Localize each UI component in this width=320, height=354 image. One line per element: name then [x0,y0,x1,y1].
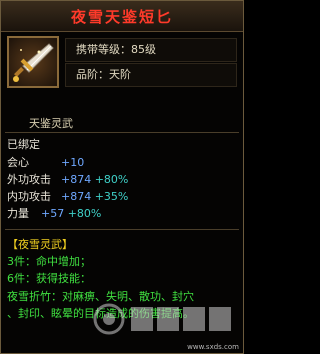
item-tooltip: 夜雪天鉴短匕 携带等级：85级 品阶：天阶 天鉴灵武 已绑定 会心 +10 外功攻… [0,0,244,354]
stat-base: +874 [61,173,92,186]
stat-row-outer-attack: 外功攻击 +874 +80% [7,173,128,187]
stat-bonus: +80% [67,207,102,220]
divider [5,132,239,133]
stat-row-crit: 会心 +10 [7,156,84,170]
carry-level-row: 携带等级：85级 [65,38,237,62]
set-title: 【夜雪灵武】 [7,238,73,251]
title-bar: 夜雪天鉴短匕 [1,1,243,32]
stat-label: 力量 [7,207,29,220]
item-name: 夜雪天鉴短匕 [70,7,173,26]
stat-row-strength: 力量 +57 +80% [7,207,101,221]
bind-status: 已绑定 [7,138,40,151]
stat-base: +57 [41,207,65,220]
stat-label: 外功攻击 [7,173,51,186]
divider [5,229,239,230]
stat-row-inner-attack: 内功攻击 +874 +35% [7,190,128,204]
stat-bonus: +35% [94,190,129,203]
stat-label: 内功攻击 [7,190,51,203]
item-icon-frame [7,36,59,88]
carry-level-text: 携带等级：85级 [76,43,156,56]
set-bonus-3: 3件：命中增加； [7,255,91,268]
item-sub-name: 天鉴灵武 [29,117,73,130]
dagger-icon [13,43,54,82]
watermark-url: www.sxds.com [187,343,239,351]
stat-base: +10 [61,156,85,169]
grade-text: 品阶：天阶 [76,68,131,81]
stat-base: +874 [61,190,92,203]
stat-label: 会心 [7,156,29,169]
set-bonus-6: 6件：获得技能： [7,272,91,285]
watermark-logo [93,303,231,335]
stat-bonus: +80% [94,173,129,186]
grade-row: 品阶：天阶 [65,63,237,87]
